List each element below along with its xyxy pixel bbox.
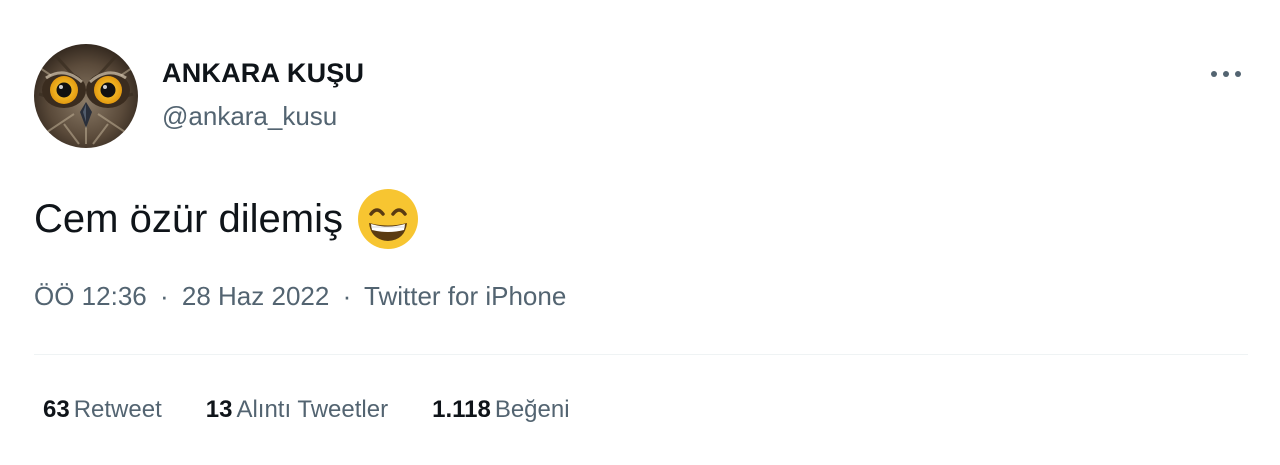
divider bbox=[34, 354, 1248, 355]
author-display-name[interactable]: ANKARA KUŞU bbox=[162, 58, 364, 89]
meta-separator: · bbox=[342, 281, 352, 311]
retweet-label: Retweet bbox=[73, 396, 162, 423]
likes-link[interactable]: 1.118 Beğeni bbox=[432, 396, 569, 424]
tweet-text: Cem özür dilemiş bbox=[34, 188, 419, 250]
likes-label: Beğeni bbox=[494, 396, 570, 423]
more-options-icon[interactable] bbox=[1206, 60, 1246, 88]
tweet-date[interactable]: 28 Haz 2022 bbox=[182, 281, 329, 311]
meta-separator: · bbox=[159, 281, 169, 311]
author-handle[interactable]: @ankara_kusu bbox=[162, 101, 337, 132]
quote-tweets-label: Alıntı Tweetler bbox=[236, 396, 389, 423]
tweet-meta: ÖÖ 12:36 · 28 Haz 2022 · Twitter for iPh… bbox=[34, 281, 566, 312]
grinning-face-emoji-icon bbox=[357, 188, 419, 250]
likes-count: 1.118 bbox=[432, 396, 491, 423]
quote-tweets-count: 13 bbox=[205, 396, 233, 423]
quote-tweets-link[interactable]: 13 Alıntı Tweetler bbox=[206, 396, 388, 424]
tweet-time[interactable]: ÖÖ 12:36 bbox=[34, 281, 147, 311]
tweet-text-content: Cem özür dilemiş bbox=[34, 196, 343, 241]
tweet-card: ANKARA KUŞU @ankara_kusu Cem özür dilemi… bbox=[0, 0, 1280, 465]
tweet-source[interactable]: Twitter for iPhone bbox=[364, 281, 566, 311]
retweet-count-link[interactable]: 63 Retweet bbox=[43, 396, 162, 424]
retweet-count: 63 bbox=[43, 396, 70, 423]
owl-avatar-icon[interactable] bbox=[34, 44, 138, 148]
tweet-stats: 63 Retweet 13 Alıntı Tweetler 1.118 Beğeni bbox=[43, 396, 614, 424]
